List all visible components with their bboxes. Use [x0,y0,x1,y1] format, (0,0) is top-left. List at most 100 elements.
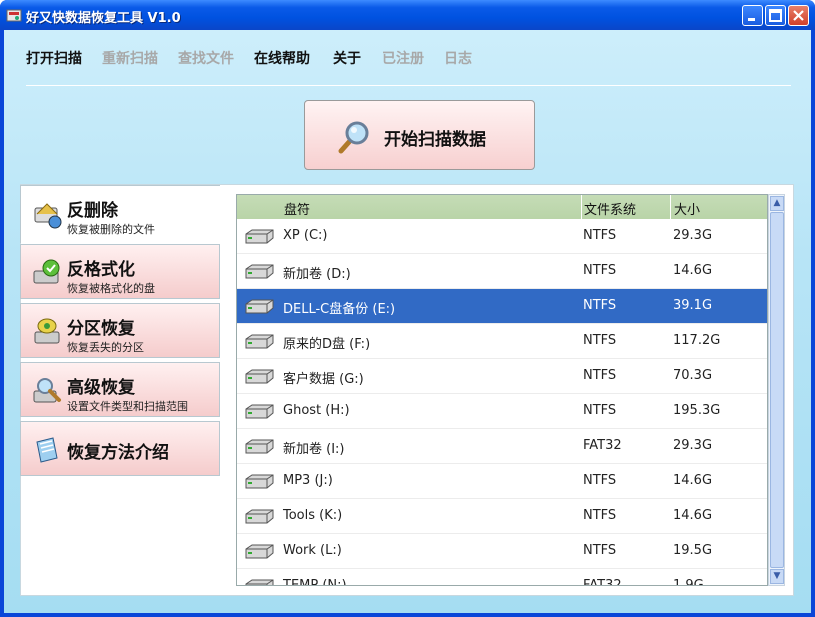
drive-size: 14.6G [673,508,713,523]
hard-drive-icon [243,298,275,316]
file-system: NTFS [583,473,617,488]
menu-rescan[interactable]: 重新扫描 [102,48,158,68]
drive-size: 195.3G [673,403,721,418]
menu-open-scan[interactable]: 打开扫描 [26,48,82,68]
table-row[interactable]: 客户数据 (G:) NTFS 70.3G [237,359,767,394]
start-scan-button[interactable]: 开始扫描数据 [304,100,535,170]
drive-size: 19.5G [673,543,713,558]
advanced-icon [33,378,61,403]
hard-drive-icon [243,543,275,561]
sidebar-item-title: 高级恢复 [67,378,135,398]
file-system: NTFS [583,508,617,523]
drive-label: Work (L:) [283,543,342,558]
drive-size: 14.6G [673,263,713,278]
sidebar-item-advanced[interactable]: 高级恢复 设置文件类型和扫描范围 [20,362,220,417]
sidebar-item-title: 分区恢复 [67,319,135,339]
sidebar-item-title: 反删除 [67,201,118,221]
file-system: NTFS [583,263,617,278]
table-row[interactable]: MP3 (J:) NTFS 14.6G [237,464,767,499]
file-system: NTFS [583,543,617,558]
sidebar-item-subtitle: 设置文件类型和扫描范围 [67,400,188,413]
drive-label: MP3 (J:) [283,473,333,488]
sidebar-item-subtitle: 恢复被删除的文件 [67,223,155,236]
drive-list-header: 盘符 文件系统 大小 [237,195,767,219]
table-row[interactable]: DELL-C盘备份 (E:) NTFS 39.1G [237,289,767,324]
sidebar-item-unformat[interactable]: 反格式化 恢复被格式化的盘 [20,244,220,299]
drive-list[interactable]: 盘符 文件系统 大小 XP (C:) NTFS 29.3G 新加卷 (D:) NTFS 1… [236,194,768,586]
drive-label: 客户数据 (G:) [283,372,364,387]
drive-size: 39.1G [673,298,713,313]
column-header-size[interactable]: 大小 [674,199,700,218]
drive-size: 29.3G [673,438,713,453]
sidebar-item-partition[interactable]: 分区恢复 恢复丢失的分区 [20,303,220,358]
file-system: NTFS [583,368,617,383]
app-window: 好又快数据恢复工具 V1.0 打开扫描 重新扫描 查找文件 在线帮助 关于 已注… [0,0,815,617]
file-system: FAT32 [583,578,622,586]
sidebar-item-undelete[interactable]: 反删除 恢复被删除的文件 [20,185,220,243]
title-bar[interactable]: 好又快数据恢复工具 V1.0 [0,0,815,30]
table-row[interactable]: 新加卷 (I:) FAT32 29.3G [237,429,767,464]
drive-label: TEMP (N:) [283,578,347,586]
menu-online-help[interactable]: 在线帮助 [254,48,310,68]
drive-label: DELL-C盘备份 (E:) [283,302,396,317]
column-divider [581,195,582,219]
file-system: NTFS [583,298,617,313]
column-divider [670,195,671,219]
hard-drive-icon [243,228,275,246]
drive-label: XP (C:) [283,228,328,243]
sidebar-item-subtitle: 恢复被格式化的盘 [67,282,155,295]
app-icon [6,9,22,22]
table-row[interactable]: Ghost (H:) NTFS 195.3G [237,394,767,429]
table-row[interactable]: Tools (K:) NTFS 14.6G [237,499,767,534]
vertical-scrollbar[interactable]: ▲ ▼ [768,194,785,586]
hard-drive-icon [243,438,275,456]
hard-drive-icon [243,368,275,386]
hard-drive-icon [243,333,275,351]
close-button[interactable] [788,5,809,26]
drive-label: 新加卷 (I:) [283,442,345,457]
maximize-button[interactable] [765,5,786,26]
file-system: NTFS [583,403,617,418]
drive-label: Tools (K:) [283,508,343,523]
drive-label: 新加卷 (D:) [283,267,351,282]
table-row[interactable]: Work (L:) NTFS 19.5G [237,534,767,569]
scroll-up-arrow-icon[interactable]: ▲ [770,196,784,211]
maximize-icon [769,9,782,22]
drive-label: 原来的D盘 (F:) [283,337,371,352]
sidebar-item-title: 恢复方法介绍 [67,443,169,463]
hard-drive-icon [243,473,275,491]
drive-size: 117.2G [673,333,721,348]
hard-drive-icon [243,403,275,421]
menu-about[interactable]: 关于 [333,48,361,68]
drive-label: Ghost (H:) [283,403,350,418]
hard-drive-icon [243,578,275,585]
table-row[interactable]: TEMP (N:) FAT32 1.9G [237,569,767,586]
menu-log[interactable]: 日志 [444,48,472,68]
file-system: NTFS [583,333,617,348]
start-scan-label: 开始扫描数据 [384,130,486,150]
table-row[interactable]: 原来的D盘 (F:) NTFS 117.2G [237,324,767,359]
magnifier-icon [338,121,369,154]
minimize-button[interactable] [742,5,763,26]
menu-find-file[interactable]: 查找文件 [178,48,234,68]
undelete-icon [34,203,62,229]
menu-registered[interactable]: 已注册 [382,48,424,68]
drive-size: 1.9G [673,578,704,586]
unformat-icon [33,259,60,284]
table-row[interactable]: XP (C:) NTFS 29.3G [237,219,767,254]
table-row[interactable]: 新加卷 (D:) NTFS 14.6G [237,254,767,289]
partition-icon [34,318,60,344]
minimize-icon [748,18,755,21]
column-header-drive[interactable]: 盘符 [284,199,310,218]
scroll-thumb[interactable] [770,212,784,568]
column-header-fs[interactable]: 文件系统 [584,199,636,218]
window-title: 好又快数据恢复工具 V1.0 [26,11,181,26]
close-icon [793,10,804,21]
file-system: FAT32 [583,438,622,453]
sidebar-item-subtitle: 恢复丢失的分区 [67,341,144,354]
sidebar-item-title: 反格式化 [67,260,135,280]
hard-drive-icon [243,508,275,526]
scroll-down-arrow-icon[interactable]: ▼ [770,569,784,584]
file-system: NTFS [583,228,617,243]
sidebar-item-guide[interactable]: 恢复方法介绍 [20,421,220,476]
